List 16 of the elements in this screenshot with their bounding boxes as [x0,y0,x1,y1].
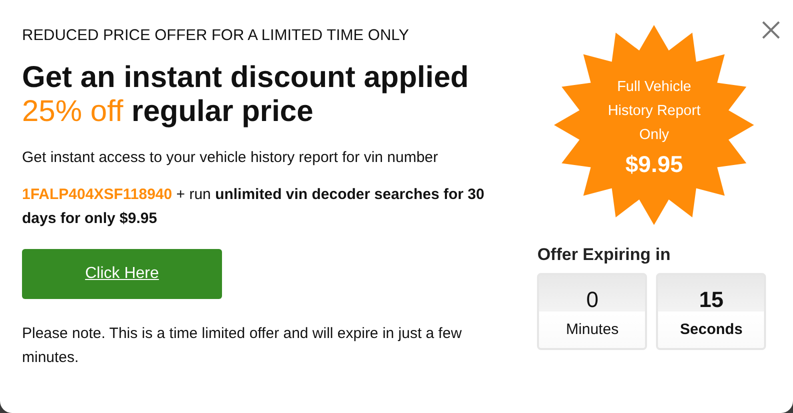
countdown-value: 15 [699,287,724,313]
countdown-title: Offer Expiring in [537,245,670,265]
click-here-button[interactable]: Click Here [22,249,222,299]
offer-eyebrow: REDUCED PRICE OFFER FOR A LIMITED TIME ONLY [22,27,410,45]
close-icon[interactable] [761,20,781,40]
headline: Get an instant discount applied 25% off regular price [22,61,470,129]
badge-text: Full Vehicle [617,78,692,97]
note-text: Please note. This is a time limited offer and will expire in just a few minutes. [22,324,463,368]
badge-text: History Report [608,102,700,121]
countdown-label: Seconds [680,321,743,338]
details-text: 1FALP404XSF118940 + run unlimited vin decoder searches for 30 days for only $9.95 [22,185,486,229]
countdown-label: Minutes [566,321,619,338]
badge-price: $9.95 [625,150,683,179]
intro-text: Get instant access to your vehicle history report for vin number [22,149,440,166]
countdown-value: 0 [586,287,598,313]
badge-text: Only [639,126,670,145]
